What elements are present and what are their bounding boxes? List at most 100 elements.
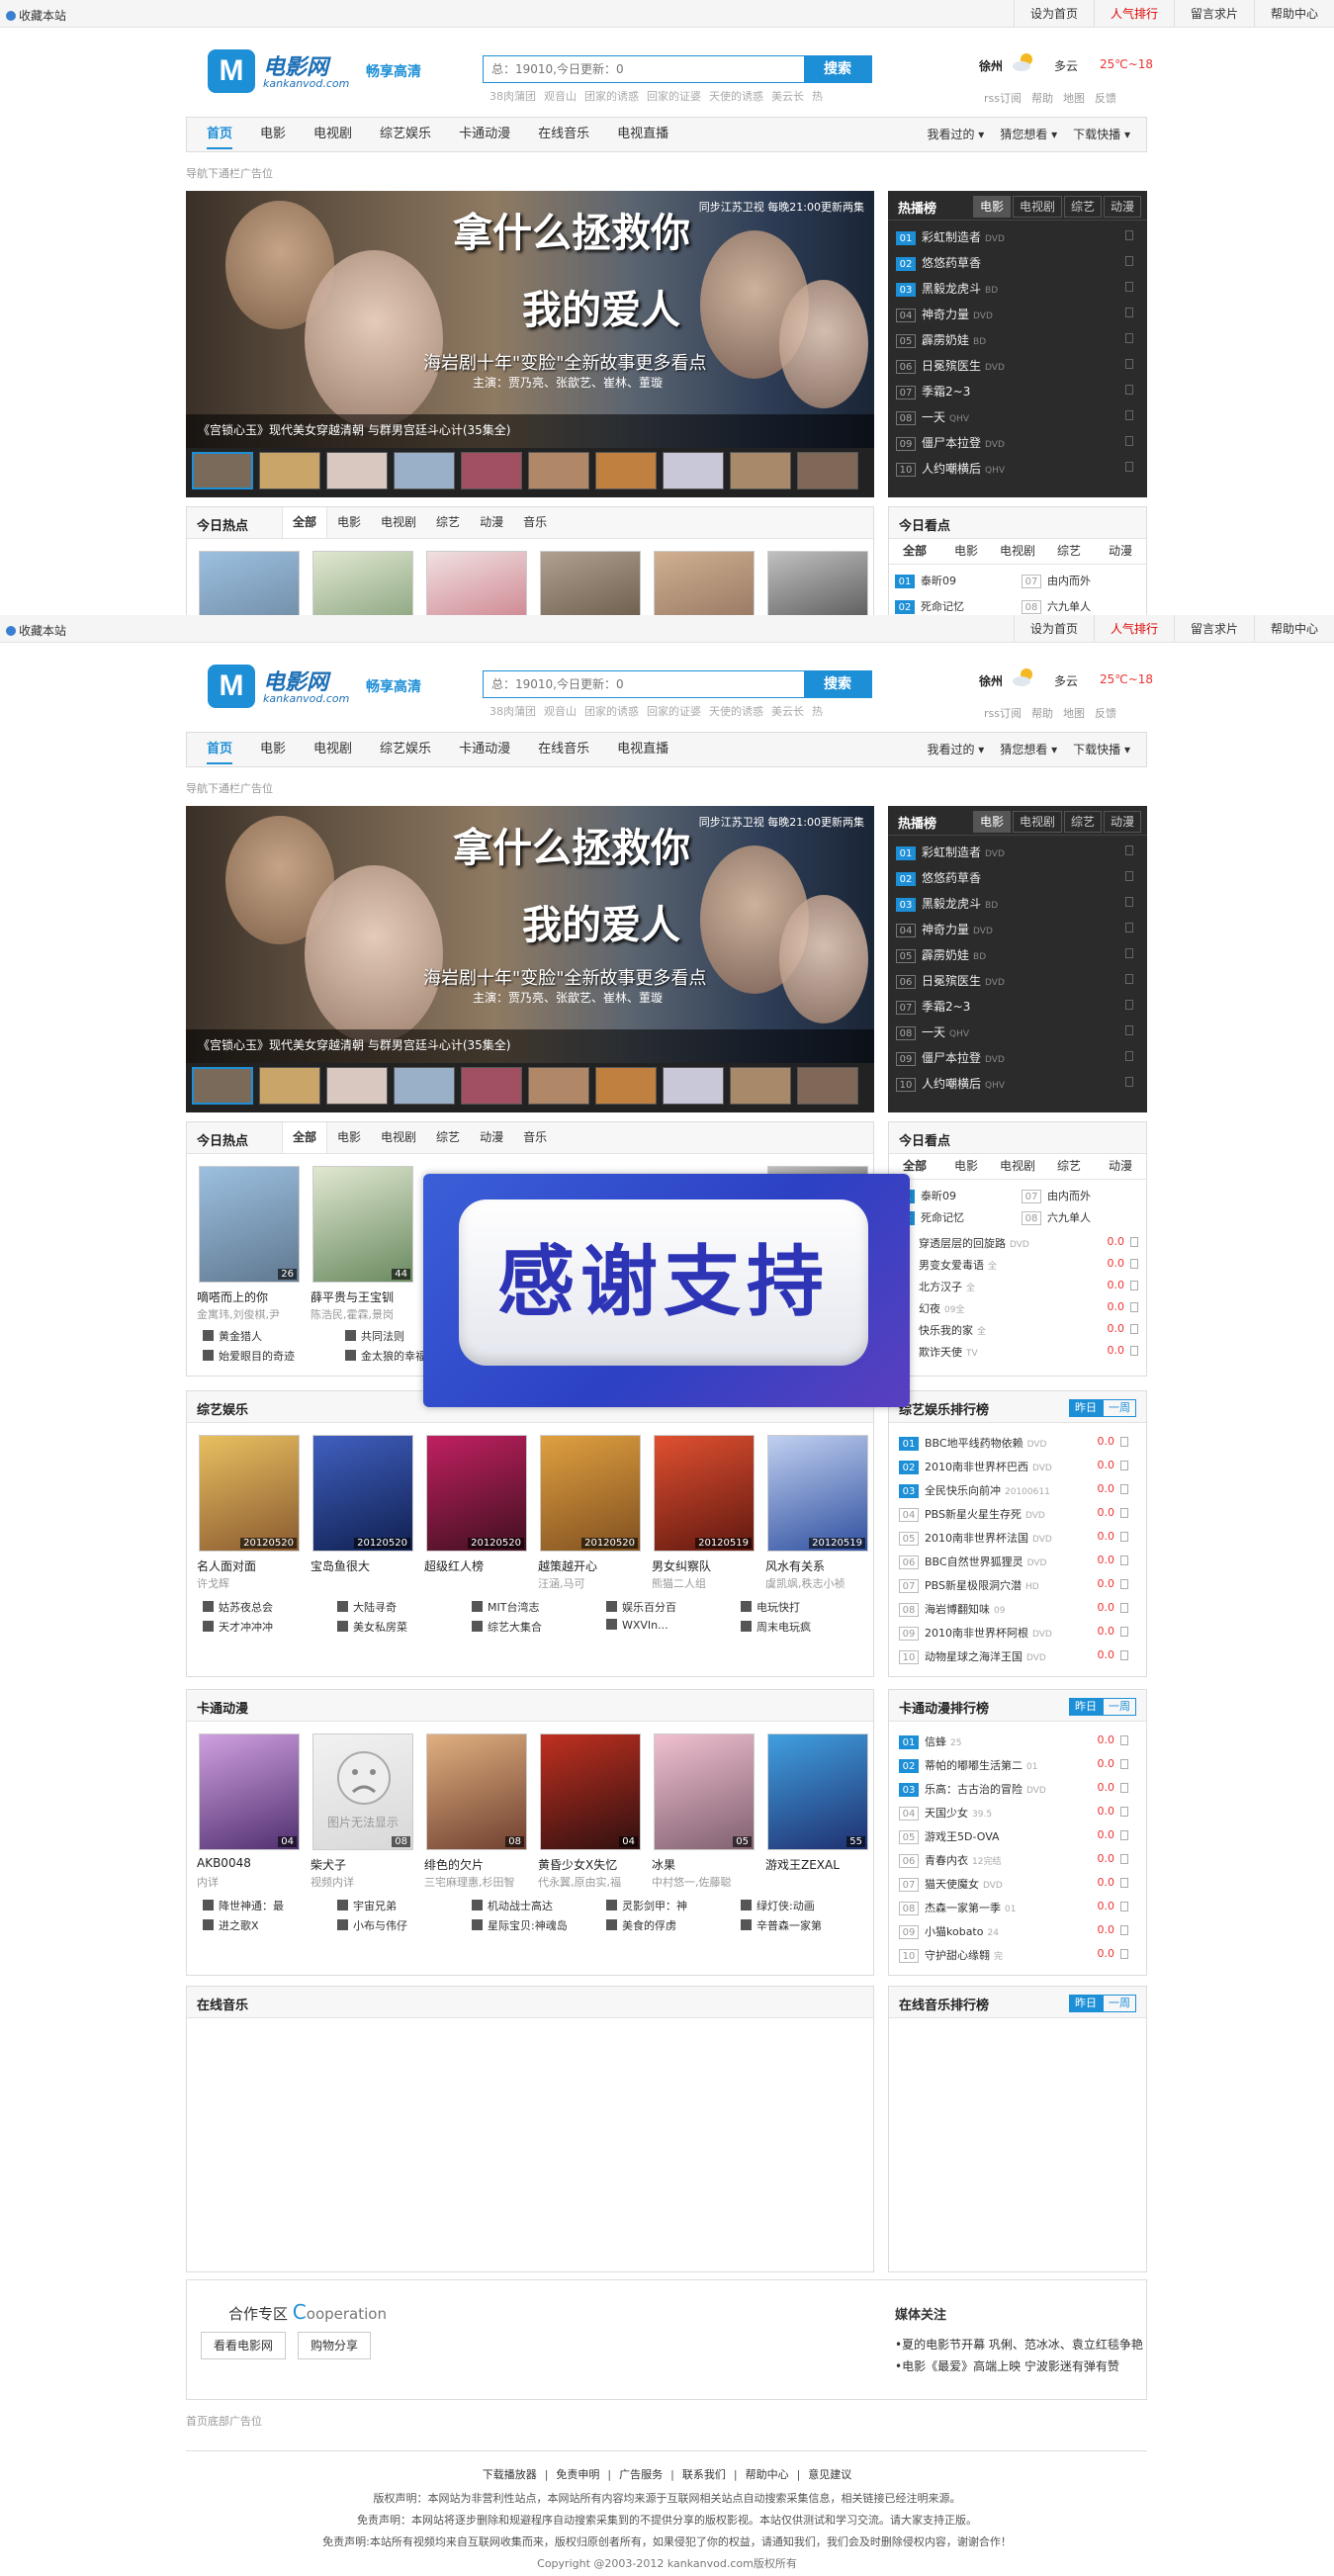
- nav-tv[interactable]: 电视剧: [300, 118, 366, 151]
- banner-thumb[interactable]: [192, 1067, 253, 1105]
- look-list-item[interactable]: 快乐我的家全 0.0: [919, 1322, 1138, 1344]
- map-link[interactable]: 地图: [1063, 92, 1085, 105]
- today-look-item[interactable]: 08 六九单人: [1022, 1209, 1091, 1225]
- poster-title[interactable]: 冰果: [652, 1856, 760, 1873]
- poster[interactable]: [312, 551, 413, 615]
- hot-ranking-row[interactable]: 08 一天 QHV: [896, 1023, 1139, 1049]
- today-tab-music[interactable]: 音乐: [513, 507, 557, 538]
- footer-link[interactable]: 下载播放器: [483, 2468, 537, 2481]
- ranking-row[interactable]: 03 乐高：古古治的冒险 DVD 0.0: [899, 1781, 1128, 1803]
- today-tab-all[interactable]: 全部: [282, 1122, 328, 1153]
- list-link[interactable]: 综艺大集合: [472, 1619, 588, 1635]
- today-tab-movie[interactable]: 电影: [327, 507, 371, 538]
- hot-ranking-row[interactable]: 09 僵尸本拉登 DVD: [896, 1049, 1139, 1075]
- ranking-row[interactable]: 09 2010南非世界杯阿根 DVD 0.0: [899, 1625, 1128, 1646]
- search-button[interactable]: 搜索: [804, 671, 871, 697]
- toggle-week[interactable]: 一周: [1103, 1698, 1136, 1716]
- banner-thumb[interactable]: [797, 452, 858, 489]
- list-link[interactable]: 机动战士高达: [472, 1898, 588, 1913]
- ranking-row[interactable]: 04 PBS新星火星生存死 DVD 0.0: [899, 1506, 1128, 1528]
- poster-title[interactable]: 风水有关系: [765, 1557, 874, 1574]
- nav-live[interactable]: 电视直播: [603, 118, 682, 151]
- poster[interactable]: 20120519: [767, 1435, 868, 1552]
- today-look-item[interactable]: 07 由内而外: [1022, 1188, 1091, 1203]
- top-link-request[interactable]: 留言求片: [1173, 615, 1254, 643]
- poster[interactable]: 05: [654, 1733, 755, 1850]
- today-tab-anime[interactable]: 动漫: [470, 1122, 513, 1153]
- poster[interactable]: 26: [199, 1166, 300, 1283]
- nav-home[interactable]: 首页: [193, 733, 246, 766]
- toggle-yesterday[interactable]: 昨日: [1069, 1698, 1103, 1716]
- hot-ranking-row[interactable]: 05 霹雳奶娃 BD: [896, 946, 1139, 972]
- list-link[interactable]: 美女私房菜: [337, 1619, 454, 1635]
- hot-ranking-row[interactable]: 10 人约嘲横后 QHV: [896, 460, 1139, 486]
- ranking-row[interactable]: 06 青春内衣 12完结 0.0: [899, 1852, 1128, 1874]
- list-link[interactable]: 姑苏夜总会: [203, 1599, 319, 1615]
- list-link[interactable]: MIT台湾志: [472, 1599, 588, 1615]
- poster-title[interactable]: 宝岛鱼很大: [311, 1557, 419, 1574]
- hot-ranking-row[interactable]: 07 季霜2~3: [896, 998, 1139, 1023]
- look-list-item[interactable]: 北方汉子全 0.0: [919, 1279, 1138, 1300]
- media-link[interactable]: •夏的电影节开幕 巩俐、范冰冰、袁立红毯争艳: [895, 2336, 1143, 2353]
- footer-link[interactable]: 帮助中心: [746, 2468, 789, 2481]
- ranking-row[interactable]: 08 海岩博翻知味 09 0.0: [899, 1601, 1128, 1623]
- look-list-item[interactable]: 男变女爱毒语全 0.0: [919, 1257, 1138, 1279]
- top-link-help[interactable]: 帮助中心: [1253, 615, 1334, 643]
- suggest-dropdown[interactable]: 猜您想看 ▾: [992, 733, 1065, 766]
- feedback-link[interactable]: 反馈: [1095, 92, 1116, 105]
- today-tab-tv[interactable]: 电视剧: [371, 507, 426, 538]
- list-link[interactable]: 辛普森一家第: [741, 1917, 857, 1933]
- list-link[interactable]: 灵影剑甲：神: [606, 1898, 723, 1913]
- nav-music[interactable]: 在线音乐: [524, 733, 603, 766]
- poster-title[interactable]: 超级红人榜: [424, 1557, 533, 1574]
- ranking-row[interactable]: 05 2010南非世界杯法国 DVD 0.0: [899, 1530, 1128, 1552]
- top-link-popular[interactable]: 人气排行: [1093, 615, 1174, 643]
- list-link[interactable]: 天才冲冲冲: [203, 1619, 319, 1635]
- banner-thumb[interactable]: [730, 452, 791, 489]
- poster-title[interactable]: 薛平贵与王宝钏: [311, 1288, 419, 1305]
- media-link[interactable]: •电影《最爱》高端上映 宁波影迷有弹有赞: [895, 2357, 1119, 2374]
- poster-title[interactable]: 越策越开心: [538, 1557, 647, 1574]
- ranking-row[interactable]: 06 BBC自然世界狐狸灵 DVD 0.0: [899, 1554, 1128, 1575]
- hot-tab-movie[interactable]: 电影: [972, 196, 1011, 218]
- banner-thumb[interactable]: [326, 452, 388, 489]
- toggle-week[interactable]: 一周: [1103, 1399, 1136, 1417]
- site-logo[interactable]: M 电影网 kankanvod.com: [208, 47, 356, 95]
- ranking-row[interactable]: 02 蒂帕的嘟嘟生活第二 01 0.0: [899, 1757, 1128, 1779]
- hot-ranking-row[interactable]: 06 日冕殡医生 DVD: [896, 357, 1139, 383]
- today-tab-movie[interactable]: 电影: [327, 1122, 371, 1153]
- poster[interactable]: 20120520: [426, 1435, 527, 1552]
- today-tab-tv[interactable]: 电视剧: [371, 1122, 426, 1153]
- list-link[interactable]: 大陆寻奇: [337, 1599, 454, 1615]
- hot-tab-anime[interactable]: 动漫: [1103, 811, 1141, 833]
- look-list-item[interactable]: 欺诈天使 TV 0.0: [919, 1344, 1138, 1366]
- nav-variety[interactable]: 综艺娱乐: [366, 118, 445, 151]
- poster[interactable]: 04: [199, 1733, 300, 1850]
- poster[interactable]: [199, 551, 300, 615]
- hot-keyword[interactable]: 回家的证婆: [647, 90, 701, 103]
- poster[interactable]: 20120519: [654, 1435, 755, 1552]
- poster-title[interactable]: 名人面对面: [197, 1557, 306, 1574]
- poster-title[interactable]: 嘀嗒而上的你: [197, 1288, 306, 1305]
- nav-music[interactable]: 在线音乐: [524, 118, 603, 151]
- today-tab-variety[interactable]: 综艺: [426, 1122, 470, 1153]
- hot-ranking-row[interactable]: 03 黑毅龙虎斗 BD: [896, 280, 1139, 306]
- hot-keyword[interactable]: 团家的诱惑: [584, 705, 639, 718]
- poster[interactable]: [540, 551, 641, 615]
- ranking-row[interactable]: 10 动物星球之海洋王国 DVD 0.0: [899, 1648, 1128, 1670]
- search-input[interactable]: [484, 56, 805, 82]
- banner-caption[interactable]: 《宫锁心玉》现代美女穿越清朝 与群男宫廷斗心计(35集全): [198, 421, 510, 438]
- hot-ranking-row[interactable]: 09 僵尸本拉登 DVD: [896, 434, 1139, 460]
- hot-ranking-row[interactable]: 02 悠悠药草香: [896, 254, 1139, 280]
- today-tab-variety[interactable]: 综艺: [426, 507, 470, 538]
- list-link[interactable]: 降世神通：最: [203, 1898, 319, 1913]
- ranking-row[interactable]: 07 PBS新星极限洞穴潜 HD 0.0: [899, 1577, 1128, 1599]
- poster[interactable]: 20120520: [540, 1435, 641, 1552]
- poster[interactable]: 08 图片无法显示: [312, 1733, 413, 1850]
- hot-tab-movie[interactable]: 电影: [972, 811, 1011, 833]
- banner-thumb[interactable]: [595, 1067, 657, 1105]
- download-dropdown[interactable]: 下载快播 ▾: [1065, 733, 1138, 766]
- footer-link[interactable]: 广告服务: [619, 2468, 663, 2481]
- banner-thumb[interactable]: [595, 452, 657, 489]
- search-input[interactable]: [484, 671, 805, 697]
